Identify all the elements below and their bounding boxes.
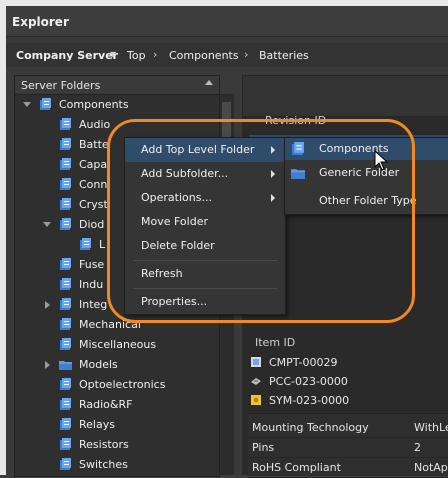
item-label: CMPT-00029	[269, 356, 338, 369]
folder-library-icon	[80, 238, 91, 250]
tree-item-label: Diod	[79, 218, 105, 231]
breadcrumb: Company Server ▼ Top › Components › Batt…	[6, 43, 448, 67]
property-row: Pins 2	[248, 438, 448, 458]
property-key: Pins	[252, 441, 275, 454]
tree-item-label: Radio&RF	[79, 398, 133, 411]
tree-item-label: Batte	[79, 138, 109, 151]
title-bar: Explorer	[6, 6, 448, 37]
tree-item-label: Components	[59, 98, 129, 111]
breadcrumb-item-top[interactable]: Top	[127, 49, 146, 62]
collapse-arrow-icon[interactable]	[45, 301, 50, 309]
folder-library-icon	[60, 218, 71, 230]
folder-library-icon	[60, 438, 71, 450]
property-value: NotAp	[414, 461, 448, 474]
breadcrumb-separator-icon: ›	[153, 48, 158, 61]
folder-library-icon	[60, 198, 71, 210]
server-dropdown[interactable]: Company Server	[16, 49, 118, 62]
footprint-icon	[251, 378, 261, 385]
folder-library-icon	[60, 338, 71, 350]
breadcrumb-separator-icon: ›	[244, 48, 249, 61]
folder-library-icon	[60, 138, 71, 150]
component-icon	[251, 357, 261, 367]
folder-library-icon	[60, 418, 71, 430]
folder-library-icon	[40, 98, 51, 110]
tree-item-label: Resistors	[79, 438, 129, 451]
tree-item-label: Indu	[79, 278, 104, 291]
details-top-panel	[242, 75, 448, 117]
folder-library-icon	[60, 158, 71, 170]
property-key: Mounting Technology	[252, 421, 369, 434]
item-id-header[interactable]: Item ID	[255, 336, 295, 349]
property-value: WithLe	[414, 421, 448, 434]
tree-item-label: Optoelectronics	[79, 378, 166, 391]
folder-library-icon	[60, 258, 71, 270]
tree-item-label: Switches	[79, 458, 128, 471]
symbol-icon	[251, 395, 261, 405]
property-row: RoHS Compliant NotAp	[248, 458, 448, 478]
property-row: Mounting Technology WithLe	[248, 418, 448, 438]
tree-item-label: Capa	[79, 158, 108, 171]
folder-library-icon	[60, 298, 71, 310]
tree-item-label: Fuse	[79, 258, 105, 271]
tree-item-label: L	[99, 238, 106, 251]
window-title: Explorer	[12, 15, 69, 29]
folder-library-icon	[60, 458, 71, 470]
tree-item-label: Miscellaneous	[79, 338, 157, 351]
server-folders-header[interactable]: Server Folders	[15, 76, 219, 95]
item-label: PCC-023-0000	[269, 375, 348, 388]
tree-item-label: Audio	[79, 118, 111, 131]
folder-library-icon	[60, 318, 71, 330]
sort-up-icon	[205, 80, 213, 85]
item-label: SYM-023-0000	[269, 394, 350, 407]
folder-library-icon	[60, 278, 71, 290]
expand-arrow-icon[interactable]	[23, 102, 31, 107]
tree-item-label: Relays	[79, 418, 115, 431]
tree-item-label: Models	[79, 358, 118, 371]
property-key: RoHS Compliant	[252, 461, 341, 474]
folder-library-icon	[60, 398, 71, 410]
server-folders-title: Server Folders	[21, 79, 101, 92]
folder-library-icon	[60, 378, 71, 390]
property-value: 2	[414, 441, 421, 454]
mouse-cursor-icon	[374, 150, 389, 171]
folder-library-icon	[60, 178, 71, 190]
expand-arrow-icon[interactable]	[43, 222, 51, 227]
breadcrumb-item-components[interactable]: Components	[169, 49, 239, 62]
tree-item-label: Cryst	[79, 198, 108, 211]
folder-library-icon	[60, 118, 71, 130]
breadcrumb-item-batteries[interactable]: Batteries	[259, 49, 309, 62]
tree-item-label: Integ	[79, 298, 108, 311]
collapse-arrow-icon[interactable]	[45, 361, 50, 369]
tree-item-label: Conn	[79, 178, 108, 191]
folder-generic-icon	[59, 361, 72, 370]
chevron-down-icon[interactable]: ▼	[110, 50, 116, 59]
annotation-highlight-ring	[107, 119, 415, 323]
properties-grid: Mounting Technology WithLe Pins 2 RoHS C…	[248, 413, 448, 478]
